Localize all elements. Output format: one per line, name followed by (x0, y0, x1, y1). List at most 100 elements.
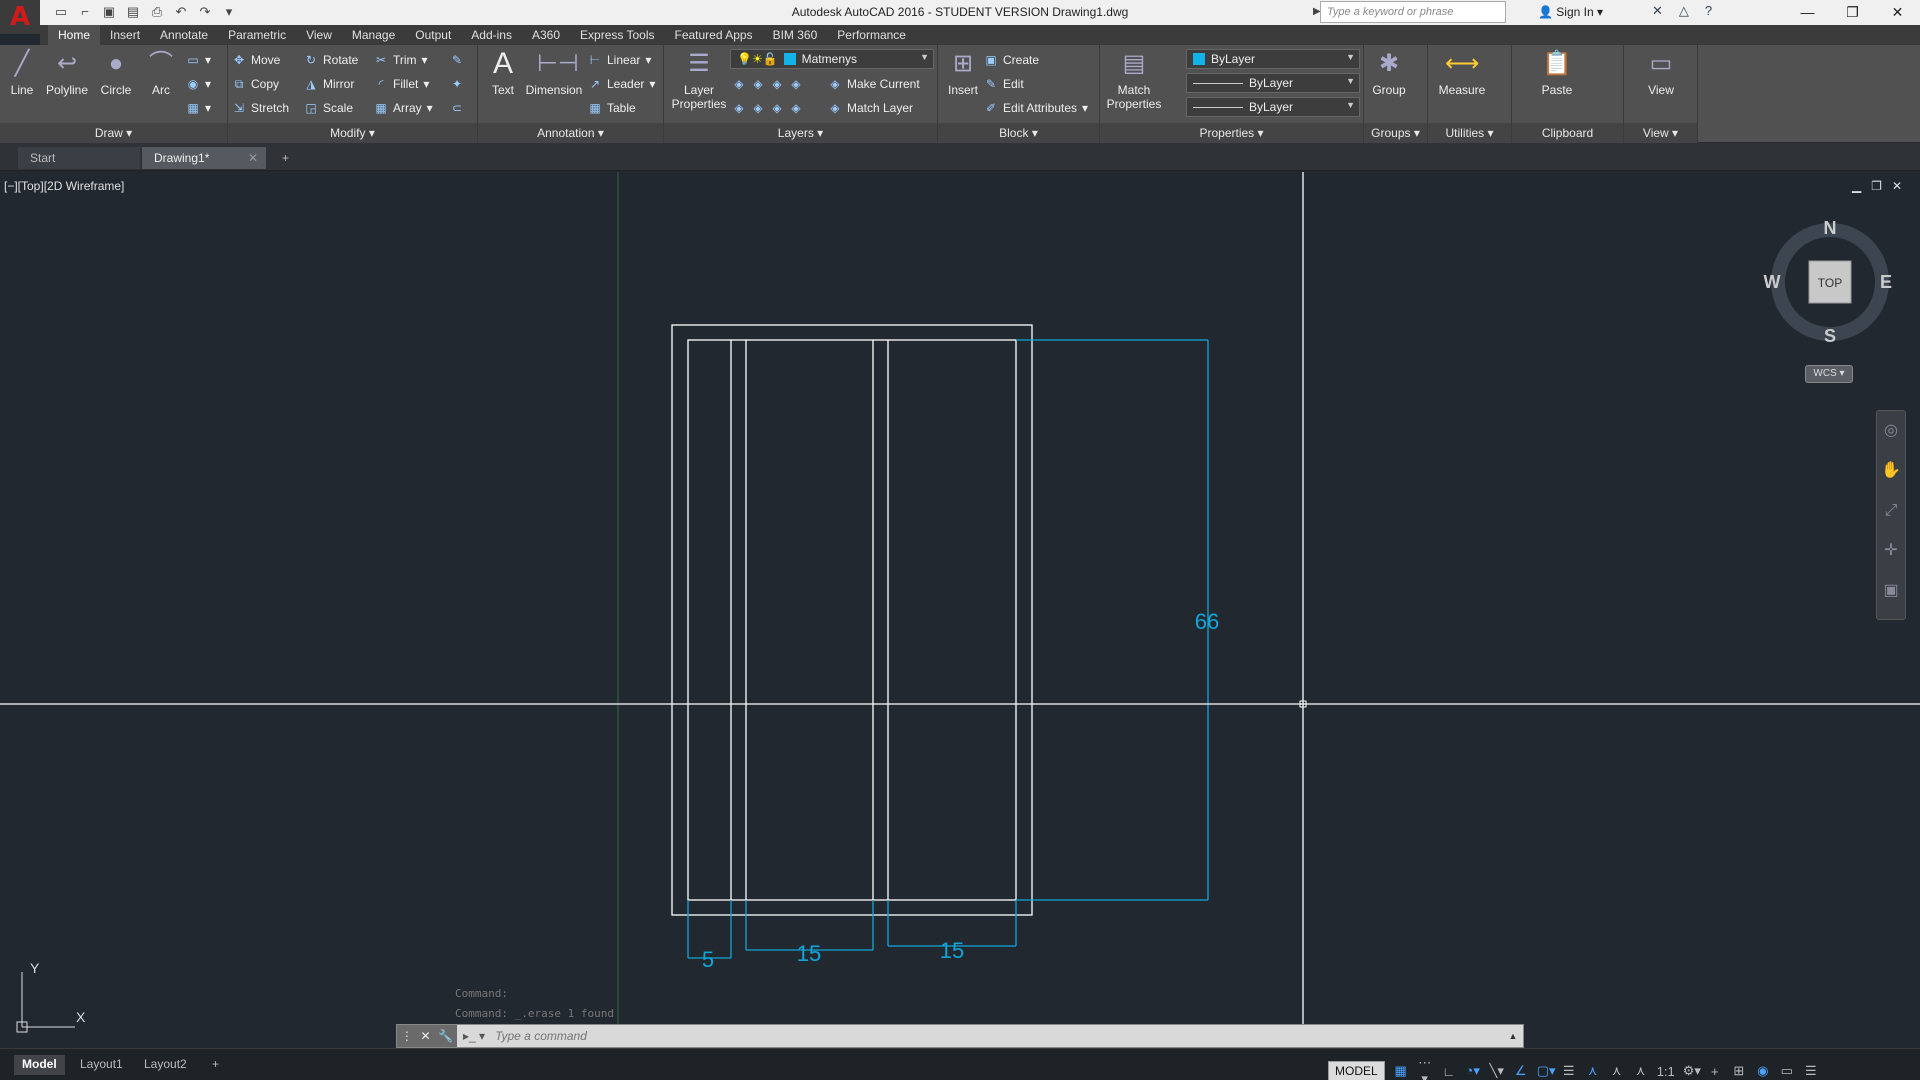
tab-a360[interactable]: A360 (522, 25, 570, 45)
layer-on-icon[interactable]: ◈ (732, 101, 746, 115)
command-prompt-icon[interactable]: ▸_ ▾ (457, 1029, 485, 1043)
rectangle-tool[interactable]: ▭ ▾ (186, 51, 211, 69)
grip-icon[interactable]: ⋮ (401, 1029, 413, 1043)
viewport-restore-icon[interactable]: ❐ (1871, 179, 1882, 193)
exchange-icon[interactable]: ✕ (1652, 3, 1663, 19)
block-panel-title[interactable]: Block ▾ (938, 123, 1099, 143)
dimension-label-width-3[interactable]: 15 (940, 938, 964, 963)
utilities-panel-title[interactable]: Utilities ▾ (1428, 123, 1511, 143)
layer-dropdown[interactable]: 💡☀🔓 Matmenys ▼ (730, 49, 934, 69)
tab-parametric[interactable]: Parametric (218, 25, 296, 45)
match-layer-tool[interactable]: ◈ Match Layer (828, 99, 913, 117)
explode-tool[interactable]: ✦ (450, 75, 464, 93)
layer-unisolate-icon[interactable]: ◈ (751, 101, 765, 115)
trim-tool[interactable]: ✂ Trim ▾ (374, 51, 428, 69)
edit-attributes-tool[interactable]: ✐ Edit Attributes ▾ (984, 99, 1088, 117)
annotation-monitor-icon[interactable]: + (1707, 1064, 1723, 1079)
units-icon[interactable]: ⊞ (1731, 1063, 1747, 1079)
tab-bim-360[interactable]: BIM 360 (763, 25, 828, 45)
qat-dropdown-icon[interactable]: ▾ (220, 3, 238, 21)
hardware-acceleration-icon[interactable]: ◉ (1755, 1063, 1771, 1079)
match-properties-tool[interactable]: ▤ Match Properties (1104, 49, 1164, 111)
color-dropdown[interactable]: ByLayer ▼ (1186, 49, 1360, 69)
make-current-tool[interactable]: ◈ Make Current (828, 75, 919, 93)
open-icon[interactable]: ⌐ (76, 3, 94, 21)
drawing-geometry[interactable] (671, 324, 1033, 916)
print-icon[interactable]: ⎙ (148, 3, 166, 21)
tab-view[interactable]: View (296, 25, 342, 45)
copy-tool[interactable]: ⧉ Copy (232, 75, 279, 93)
drawing-viewport[interactable]: 66 5 15 15 Y X [−][Top][2D Wireframe] ▁ … (0, 172, 1920, 1048)
tab-annotate[interactable]: Annotate (150, 25, 218, 45)
clean-screen-icon[interactable]: ▭ (1779, 1063, 1795, 1079)
tab-add-ins[interactable]: Add-ins (461, 25, 522, 45)
hatch-tool[interactable]: ◉ ▾ (186, 75, 211, 93)
customize-icon[interactable]: 🔧 (438, 1029, 453, 1043)
layer-thaw-icon[interactable]: ◈ (770, 101, 784, 115)
add-layout-button[interactable]: + (204, 1055, 227, 1075)
viewcube[interactable]: TOP N S E W (1760, 212, 1900, 352)
groups-panel-title[interactable]: Groups ▾ (1364, 123, 1427, 143)
save-as-icon[interactable]: ▤ (124, 3, 142, 21)
annotation-scale-value[interactable]: 1:1 (1657, 1064, 1675, 1079)
tab-performance[interactable]: Performance (827, 25, 916, 45)
viewport-controls-label[interactable]: [−][Top][2D Wireframe] (4, 179, 124, 193)
workspace-icon[interactable]: ⚙▾ (1683, 1063, 1701, 1079)
pan-icon[interactable]: ✋ (1877, 451, 1905, 491)
arc-tool[interactable]: ⌒ Arc (136, 49, 186, 97)
create-block-tool[interactable]: ▣ Create (984, 51, 1039, 69)
isodraft-icon[interactable]: ╲▾ (1489, 1063, 1505, 1079)
tab-start[interactable]: Start (18, 147, 140, 169)
move-tool[interactable]: ✥ Move (232, 51, 280, 69)
edit-block-tool[interactable]: ✎ Edit (984, 75, 1024, 93)
viewport-minimize-icon[interactable]: ▁ (1852, 179, 1861, 193)
circle-tool[interactable]: ● Circle (91, 49, 141, 97)
zoom-icon[interactable]: ⤢ (1877, 491, 1905, 531)
clipboard-panel-title[interactable]: Clipboard (1512, 123, 1623, 143)
paste-tool[interactable]: 📋 Paste (1532, 49, 1582, 97)
layer-lock-icon[interactable]: ◈ (789, 77, 803, 91)
drawing-canvas[interactable]: 66 5 15 15 Y X (0, 172, 1920, 1048)
layer-off-icon[interactable]: ◈ (732, 77, 746, 91)
polyline-tool[interactable]: ↩ Polyline (42, 49, 92, 97)
scale-tool[interactable]: ◲ Scale (304, 99, 353, 117)
command-input[interactable] (485, 1025, 1503, 1047)
view-panel-title[interactable]: View ▾ (1624, 123, 1697, 143)
insert-tool[interactable]: ⊞ Insert (938, 49, 988, 97)
stretch-tool[interactable]: ⇲ Stretch (232, 99, 289, 117)
close-icon[interactable]: ✕ (1875, 0, 1920, 25)
array-tool[interactable]: ▦ Array ▾ (374, 99, 432, 117)
offset-tool[interactable]: ⊂ (450, 99, 464, 117)
ortho-icon[interactable]: ∟ (1441, 1064, 1457, 1079)
rotate-tool[interactable]: ↻ Rotate (304, 51, 358, 69)
tab-output[interactable]: Output (405, 25, 461, 45)
fillet-tool[interactable]: ◜ Fillet ▾ (374, 75, 430, 93)
table-tool[interactable]: ▦ Table (588, 99, 635, 117)
text-tool[interactable]: A Text (478, 49, 528, 98)
tab-layout1[interactable]: Layout1 (72, 1055, 131, 1075)
redo-icon[interactable]: ↷ (196, 3, 214, 21)
minimize-icon[interactable]: — (1785, 0, 1830, 25)
customization-icon[interactable]: ☰ (1803, 1063, 1819, 1079)
modify-panel-title[interactable]: Modify ▾ (228, 123, 477, 143)
lineweight-dropdown[interactable]: ByLayer ▼ (1186, 73, 1360, 93)
save-icon[interactable]: ▣ (100, 3, 118, 21)
object-snap-tracking-icon[interactable]: ∠ (1513, 1063, 1529, 1079)
base-tool[interactable]: ▭ View (1636, 49, 1686, 97)
close-tab-icon[interactable]: ✕ (248, 151, 258, 165)
tab-express-tools[interactable]: Express Tools (570, 25, 664, 45)
wcs-menu[interactable]: WCS ▾ (1805, 365, 1853, 383)
mirror-tool[interactable]: ◮ Mirror (304, 75, 354, 93)
linetype-dropdown[interactable]: ByLayer ▼ (1186, 97, 1360, 117)
leader-tool[interactable]: ↗ Leader ▾ (588, 75, 655, 93)
new-icon[interactable]: ▭ (52, 3, 70, 21)
auto-scale-icon[interactable]: ⋏ (1609, 1063, 1625, 1079)
viewport-close-icon[interactable]: ✕ (1892, 179, 1902, 193)
orbit-icon[interactable]: ✛ (1877, 531, 1905, 571)
layers-panel-title[interactable]: Layers ▾ (664, 123, 937, 143)
showmotion-icon[interactable]: ▣ (1877, 571, 1905, 611)
layer-freeze-icon[interactable]: ◈ (770, 77, 784, 91)
dimension-label-width-1[interactable]: 5 (702, 947, 714, 972)
search-input[interactable]: Type a keyword or phrase (1320, 1, 1506, 23)
grid-icon[interactable]: ▦ (1393, 1063, 1409, 1079)
